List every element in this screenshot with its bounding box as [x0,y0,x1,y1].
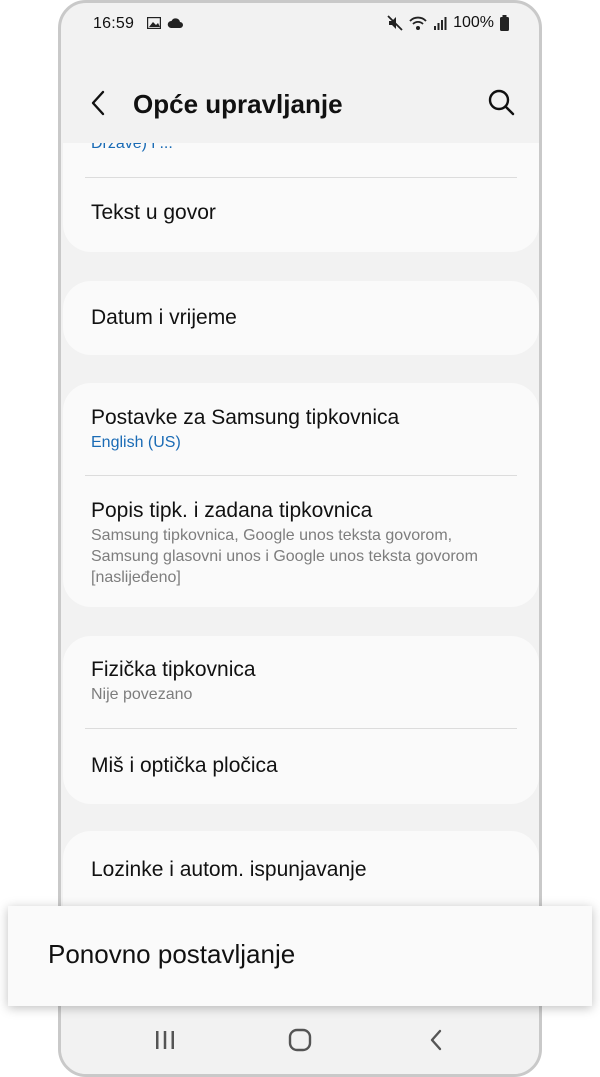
item-subtitle: English (US) [91,434,181,451]
status-time: 16:59 [93,15,135,32]
cloud-icon [167,18,183,28]
wifi-icon [409,16,427,30]
divider [85,728,517,729]
battery-percent: 100% [453,14,494,31]
section-card-language: Države) i ... Tekst u govor [63,143,539,252]
list-item-passwords-autofill[interactable]: Lozinke i autom. ispunjavanje [91,856,515,884]
list-item-samsung-keyboard[interactable]: Postavke za Samsung tipkovnica English (… [91,404,515,454]
list-item-text-to-speech[interactable]: Tekst u govor [91,199,515,227]
home-icon[interactable] [284,1024,316,1056]
page-title: Opće upravljanje [133,89,343,119]
reset-label: Ponovno postavljanje [48,939,296,969]
item-title: Miš i optička pločica [91,754,278,777]
list-item-language[interactable]: Države) i ... [91,143,515,155]
divider [85,475,517,476]
list-item-mouse-trackpad[interactable]: Miš i optička pločica [91,752,515,780]
list-item-physical-keyboard[interactable]: Fizička tipkovnica Nije povezano [91,656,515,705]
search-icon[interactable] [485,87,517,119]
signal-icon [434,17,447,30]
status-bar: 16:59 100% [61,3,539,45]
item-title: Popis tipk. i zadana tipkovnica [91,499,373,522]
divider [85,177,517,178]
recents-icon[interactable] [149,1024,181,1056]
item-subtitle: Nije povezano [91,686,193,703]
item-title: Tekst u govor [91,201,216,224]
section-card-physical-keyboard: Fizička tipkovnica Nije povezano Miš i o… [63,636,539,804]
image-icon [147,17,161,29]
back-arrow-icon[interactable] [83,87,115,119]
reset-callout[interactable]: Ponovno postavljanje [8,906,592,1006]
nav-back-icon[interactable] [421,1024,453,1056]
item-title: Fizička tipkovnica [91,658,256,681]
status-right-icons: 100% [387,14,509,32]
section-card-keyboard: Postavke za Samsung tipkovnica English (… [63,383,539,607]
app-bar: Opće upravljanje [61,75,539,131]
battery-icon [500,15,509,31]
item-title: Datum i vrijeme [91,306,237,329]
navigation-bar [61,1004,539,1074]
item-subtitle: Države) i ... [91,143,173,152]
item-subtitle: Samsung tipkovnica, Google unos teksta g… [91,527,478,586]
item-title: Postavke za Samsung tipkovnica [91,406,400,429]
list-item-date-time[interactable]: Datum i vrijeme [91,304,515,332]
item-title: Lozinke i autom. ispunjavanje [91,858,367,881]
mute-icon [387,15,403,31]
list-item-keyboard-list[interactable]: Popis tipk. i zadana tipkovnica Samsung … [91,497,515,588]
section-card-date-time: Datum i vrijeme [63,281,539,355]
